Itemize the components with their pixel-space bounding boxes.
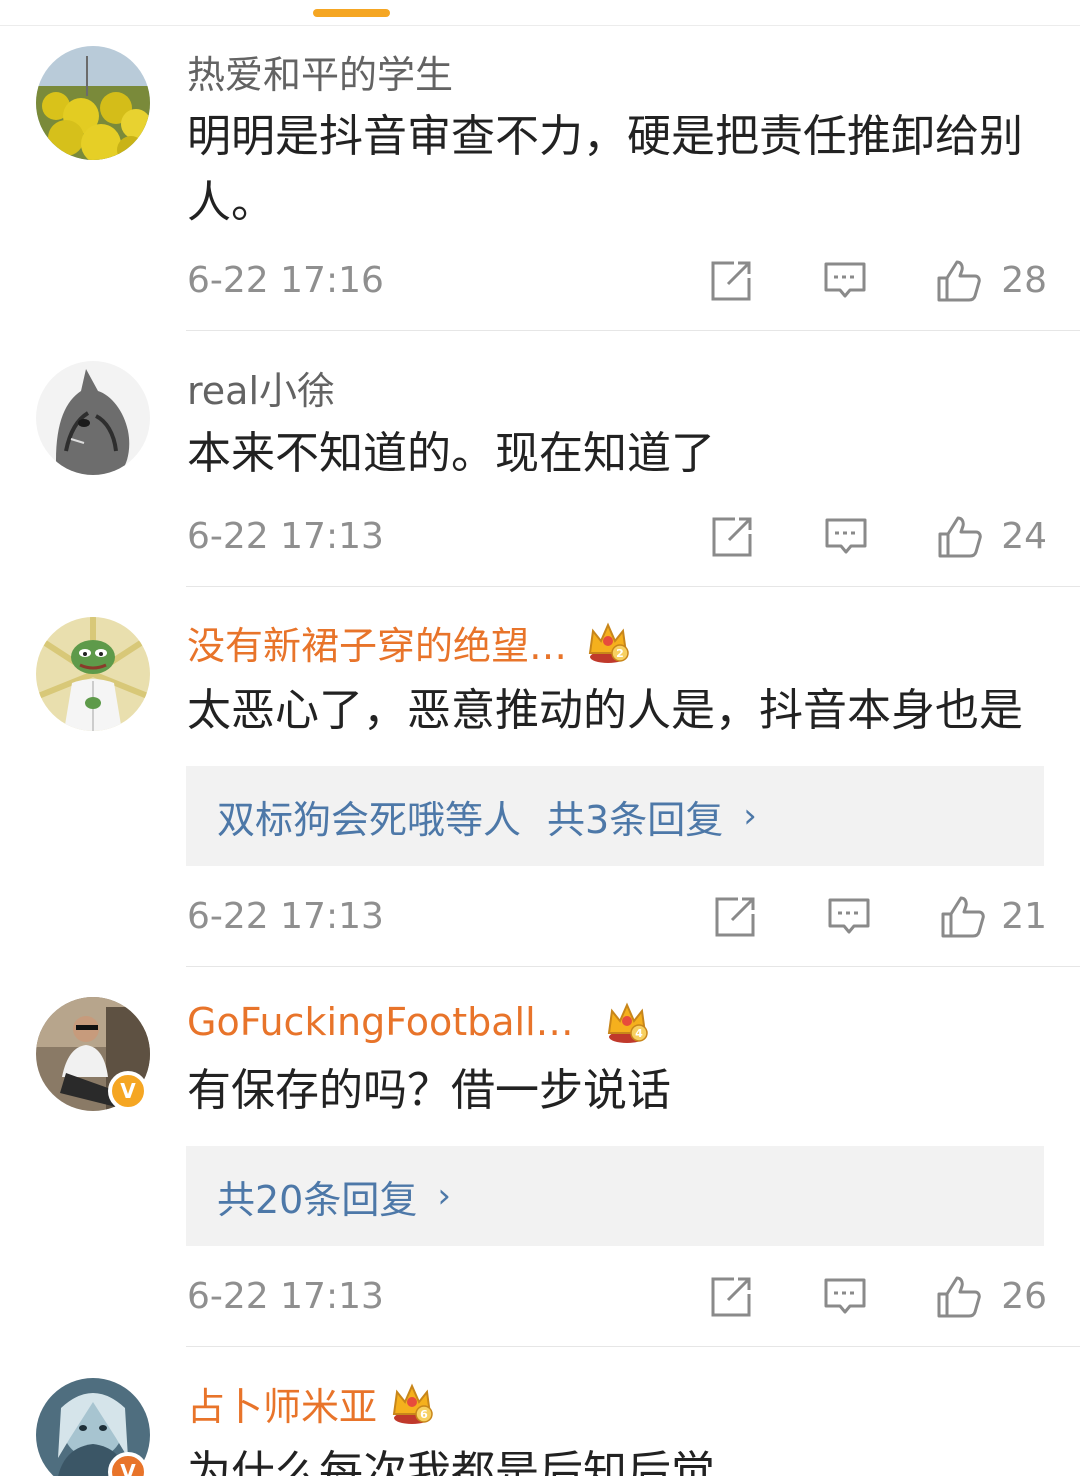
like-count: 21 <box>1001 896 1047 937</box>
comment-meta: 6-22 17:16 28 <box>187 254 1047 314</box>
share-icon[interactable] <box>709 514 755 560</box>
username-row: 热爱和平的学生 <box>187 44 453 99</box>
comment-text: 明明是抖音审查不力，硬是把责任推卸给别人。 <box>187 111 1023 228</box>
share-icon[interactable] <box>708 258 754 304</box>
thumbs-up-icon[interactable] <box>936 514 982 560</box>
timestamp: 6-22 17:16 <box>187 260 384 301</box>
username[interactable]: real小徐 <box>187 360 335 415</box>
divider <box>186 1346 1080 1347</box>
reply-preview[interactable]: 共20条回复 › <box>186 1146 1044 1246</box>
username-row: real小徐 <box>187 360 335 415</box>
vip-crown-icon[interactable]: 4 <box>604 999 650 1045</box>
vip-crown-icon[interactable]: 6 <box>389 1380 435 1426</box>
username[interactable]: 占卜师米亚 <box>187 1376 377 1431</box>
crown-level: 2 <box>616 647 624 660</box>
username[interactable]: GoFuckingFootball… <box>187 1000 574 1044</box>
avatar[interactable] <box>36 361 150 475</box>
username[interactable]: 没有新裙子穿的绝望… <box>187 615 567 670</box>
divider <box>186 586 1080 587</box>
vip-crown-icon[interactable]: 2 <box>585 619 631 665</box>
comment-meta: 6-22 17:13 24 <box>187 510 1047 570</box>
tab-bar-divider <box>0 25 1080 26</box>
like-count: 24 <box>1001 516 1047 557</box>
comment-text: 有保存的吗？借一步说话 <box>187 1065 671 1116</box>
comment-text: 本来不知道的。现在知道了 <box>187 428 715 479</box>
username-row: GoFuckingFootball… 4 <box>187 997 650 1047</box>
divider <box>186 330 1080 331</box>
tab-indicator <box>313 9 390 17</box>
comment-icon[interactable] <box>823 514 869 560</box>
username-row: 没有新裙子穿的绝望… 2 <box>187 615 631 670</box>
comment-icon[interactable] <box>822 258 868 304</box>
reply-count[interactable]: 共3条回复 <box>547 789 723 844</box>
reply-preview[interactable]: 双标狗会死哦等人 共3条回复 › <box>186 766 1044 866</box>
comment-icon[interactable] <box>822 1274 868 1320</box>
avatar[interactable] <box>36 617 150 731</box>
like-count: 28 <box>1001 260 1047 301</box>
reply-count[interactable]: 共20条回复 <box>217 1169 417 1224</box>
verified-badge: V <box>108 1071 148 1111</box>
avatar[interactable] <box>36 46 150 160</box>
timestamp: 6-22 17:13 <box>187 516 384 557</box>
chevron-right-icon: › <box>743 796 757 836</box>
thumbs-up-icon[interactable] <box>939 894 985 940</box>
username[interactable]: 热爱和平的学生 <box>187 44 453 99</box>
share-icon[interactable] <box>708 1274 754 1320</box>
thumbs-up-icon[interactable] <box>935 1274 981 1320</box>
chevron-right-icon: › <box>437 1176 451 1216</box>
crown-level: 4 <box>635 1027 643 1040</box>
username-row: 占卜师米亚 6 <box>187 1376 435 1431</box>
timestamp: 6-22 17:13 <box>187 1276 384 1317</box>
crown-level: 6 <box>420 1408 428 1421</box>
share-icon[interactable] <box>712 894 758 940</box>
divider <box>186 966 1080 967</box>
timestamp: 6-22 17:13 <box>187 896 384 937</box>
like-count: 26 <box>1001 1276 1047 1317</box>
thumbs-up-icon[interactable] <box>935 258 981 304</box>
comment-meta: 6-22 17:13 21 <box>187 890 1047 950</box>
comment-icon[interactable] <box>826 894 872 940</box>
reply-authors: 双标狗会死哦等人 <box>217 797 522 842</box>
comment-meta: 6-22 17:13 26 <box>187 1270 1047 1330</box>
comment-text: 太恶心了，恶意推动的人是，抖音本身也是 <box>187 685 1023 736</box>
comment-text: 为什么每次我都是后知后觉 <box>187 1447 715 1476</box>
